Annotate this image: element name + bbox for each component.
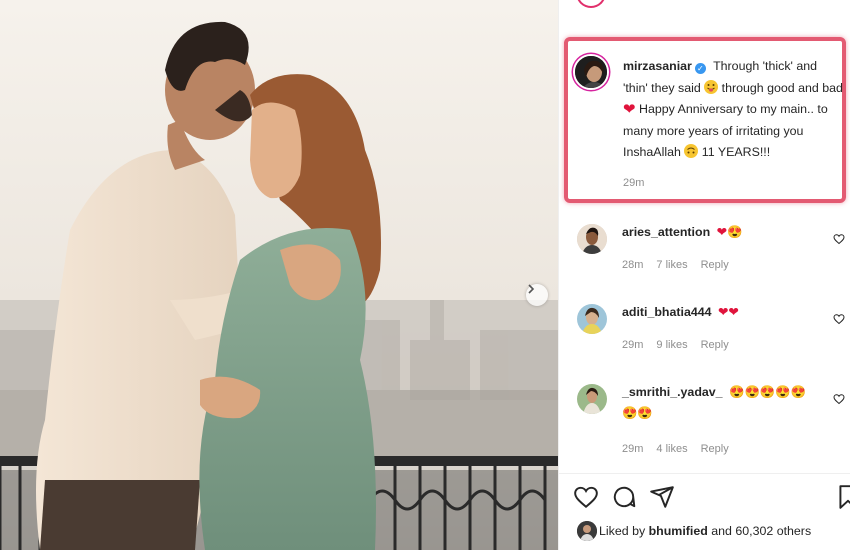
post-image — [0, 0, 558, 550]
comment-time[interactable]: 29m — [622, 339, 643, 351]
chevron-right-icon — [528, 284, 535, 294]
comment-reply-button[interactable]: Reply — [701, 443, 729, 455]
caption-text: mirzasaniar ✓ Through 'thick' and 'thin' … — [623, 56, 845, 164]
caption-text-part-2: through good and bad — [718, 80, 843, 95]
comment-meta: 28m 7 likes Reply — [622, 259, 742, 271]
comment-emoji: ❤❤ — [717, 305, 739, 319]
comment-meta: 29m 4 likes Reply — [622, 443, 742, 455]
caption-text-part-4: 11 YEARS!!! — [698, 145, 771, 159]
avatar-image — [577, 384, 607, 414]
comment-text: aditi_bhatia444 ❤❤ — [622, 302, 822, 323]
comment-avatar[interactable] — [577, 224, 607, 254]
comment-username[interactable]: _smrithi_.yadav_ — [622, 385, 723, 399]
heart-outline-icon[interactable] — [833, 393, 845, 405]
caption-avatar[interactable] — [573, 54, 609, 90]
comment-meta: 29m 9 likes Reply — [622, 339, 742, 351]
avatar-image — [577, 304, 607, 334]
caption-username[interactable]: mirzasaniar — [623, 59, 692, 73]
heart-outline-icon[interactable] — [833, 313, 845, 325]
liked-by-suffix[interactable]: and 60,302 others — [708, 524, 811, 538]
comment-reply-button[interactable]: Reply — [701, 339, 729, 351]
avatar-image — [577, 224, 607, 254]
bookmark-icon[interactable] — [835, 484, 850, 510]
comment-emoji-line-2: 😍😍 — [622, 406, 653, 420]
share-icon[interactable] — [649, 484, 675, 510]
comment-text: aries_attention ❤😍 — [622, 222, 822, 243]
header-avatar[interactable] — [576, 0, 606, 8]
couple-photo — [0, 0, 558, 550]
tongue-emoji-icon — [704, 79, 719, 94]
next-image-button[interactable] — [526, 284, 548, 306]
caption-timestamp[interactable]: 29m — [623, 177, 644, 189]
comment-time[interactable]: 28m — [622, 259, 643, 271]
heart-outline-icon[interactable] — [833, 233, 845, 245]
comment-icon[interactable] — [611, 484, 637, 510]
comment-emoji: ❤😍 — [716, 225, 743, 239]
comment-likes[interactable]: 7 likes — [656, 259, 687, 271]
liked-by-text: Liked by bhumified and 60,302 others — [599, 524, 811, 538]
liked-by-user[interactable]: bhumified — [649, 524, 708, 538]
upside-down-face-emoji-icon — [684, 144, 699, 158]
comment-emoji: 😍😍😍😍😍 — [729, 385, 807, 399]
comment-likes[interactable]: 9 likes — [656, 339, 687, 351]
comment-username[interactable]: aries_attention — [622, 225, 710, 239]
post-sidebar: mirzasaniar ✓ Through 'thick' and 'thin' … — [558, 0, 850, 550]
red-heart-icon: ❤ — [623, 101, 636, 118]
verified-badge-icon: ✓ — [694, 63, 706, 74]
comment-time[interactable]: 29m — [622, 443, 643, 455]
comment-likes[interactable]: 4 likes — [656, 443, 687, 455]
liked-by-avatar[interactable] — [577, 521, 597, 541]
heart-icon[interactable] — [573, 484, 599, 510]
avatar-image — [577, 521, 597, 541]
action-bar — [559, 473, 850, 550]
comment-reply-button[interactable]: Reply — [701, 259, 729, 271]
liked-by-prefix: Liked by — [599, 524, 649, 538]
comment-username[interactable]: aditi_bhatia444 — [622, 305, 712, 319]
comment-avatar[interactable] — [577, 384, 607, 414]
comment-text: _smrithi_.yadav_ 😍😍😍😍😍 😍😍 — [622, 382, 822, 424]
comment-avatar[interactable] — [577, 304, 607, 334]
